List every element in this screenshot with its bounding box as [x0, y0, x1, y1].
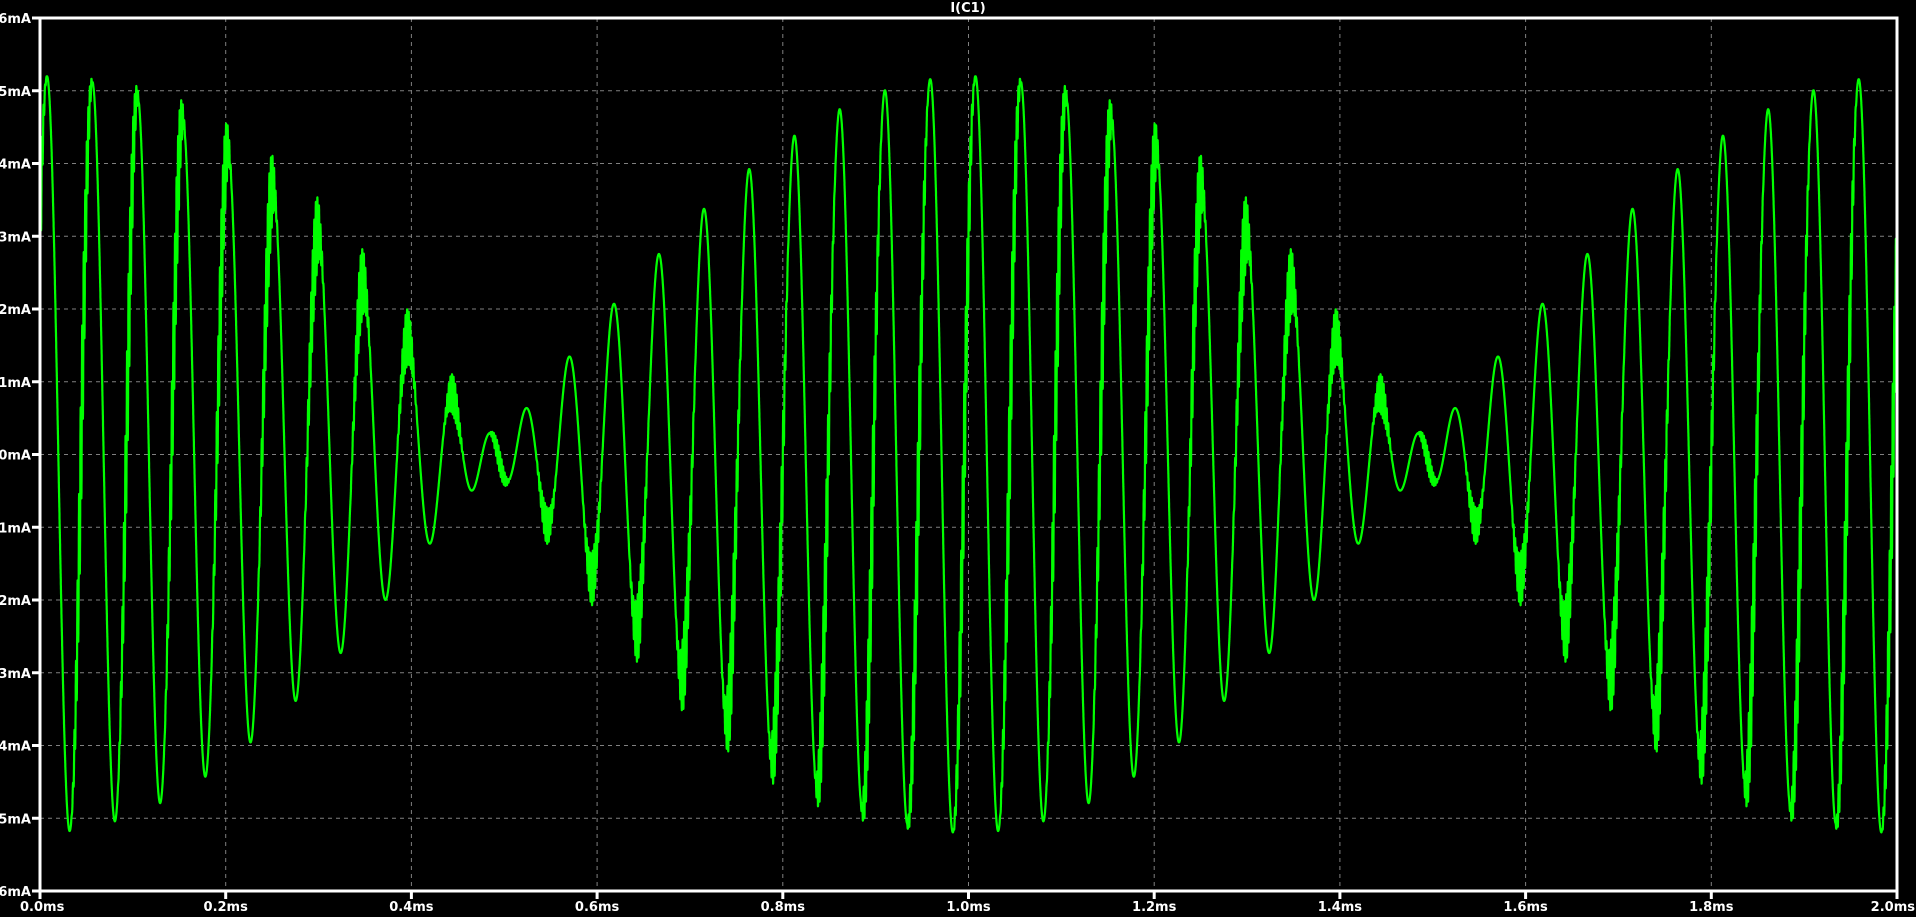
y-tick-label: -2mA: [0, 594, 31, 609]
y-tick-label: 6mA: [0, 12, 31, 27]
y-tick-label: -4mA: [0, 740, 31, 755]
y-tick-label: 0mA: [0, 449, 31, 464]
x-tick-label: 0.4ms: [389, 900, 434, 915]
y-tick-label: -5mA: [0, 812, 31, 827]
x-tick-label: 0.0ms: [20, 900, 65, 915]
x-tick-label: 0.8ms: [761, 900, 806, 915]
y-tick-label: -6mA: [0, 885, 31, 900]
x-tick-label: 0.6ms: [575, 900, 620, 915]
y-tick-label: 5mA: [0, 85, 31, 100]
x-tick-label: 2.0ms: [1871, 900, 1916, 915]
chart-title: I(C1): [950, 1, 985, 16]
chart: I(C1) 6mA 5mA 4mA 3mA 2mA 1mA 0mA -1mA -2mA -3mA -…: [0, 1, 1915, 915]
y-tick-label: 2mA: [0, 303, 31, 318]
x-tick-label: 1.6ms: [1503, 900, 1548, 915]
x-tick-label: 1.4ms: [1318, 900, 1363, 915]
x-tick-label: 1.0ms: [946, 900, 991, 915]
x-tick-label: 1.2ms: [1132, 900, 1177, 915]
y-tick-label: 1mA: [0, 376, 31, 391]
x-tick-label: 0.2ms: [204, 900, 249, 915]
y-tick-label: 4mA: [0, 158, 31, 173]
y-tick-label: 3mA: [0, 230, 31, 245]
x-axis: 0.0ms 0.2ms 0.4ms 0.6ms 0.8ms 1.0ms 1.2ms 1.4ms…: [20, 891, 1915, 915]
y-tick-label: -1mA: [0, 521, 31, 536]
x-tick-label: 1.8ms: [1689, 900, 1734, 915]
y-tick-label: -3mA: [0, 667, 31, 682]
grid: [40, 18, 1897, 891]
y-axis: 6mA 5mA 4mA 3mA 2mA 1mA 0mA -1mA -2mA -3mA -4mA -5m…: [0, 12, 40, 900]
